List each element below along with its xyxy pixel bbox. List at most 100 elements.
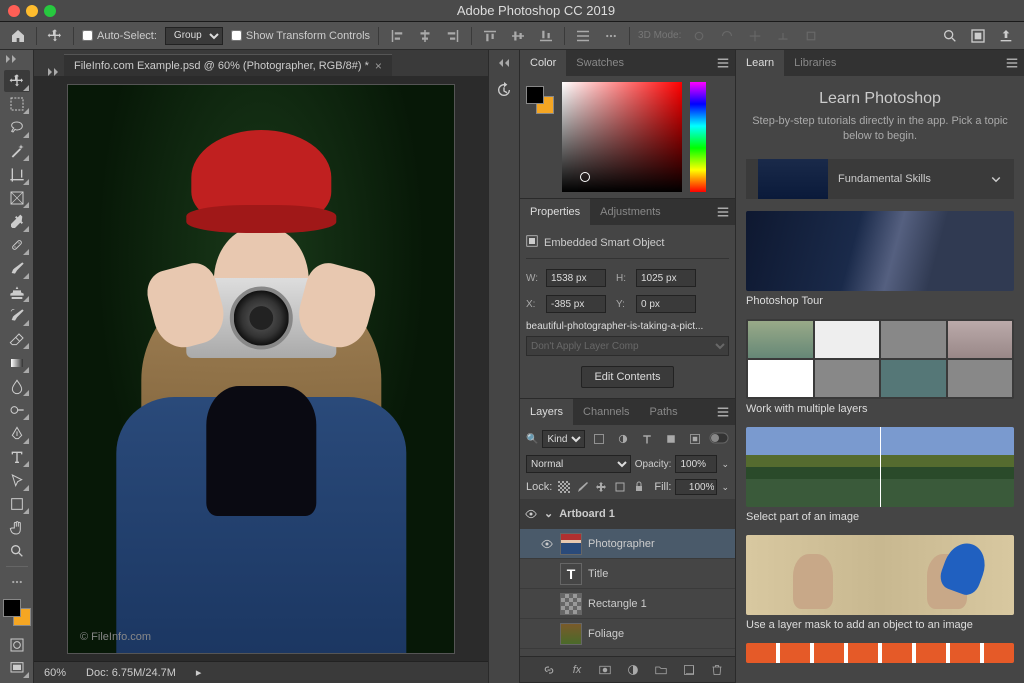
learn-section[interactable]: Fundamental Skills (746, 159, 1014, 199)
blend-mode-select[interactable]: Normal (526, 455, 631, 473)
lock-image-icon[interactable] (575, 477, 590, 497)
width-input[interactable] (546, 269, 606, 287)
lock-all-icon[interactable] (632, 477, 647, 497)
fill-input[interactable] (675, 479, 717, 495)
layer-rectangle[interactable]: Rectangle 1 (520, 589, 735, 619)
layer-artboard[interactable]: ⌄ Artboard 1 (520, 499, 735, 529)
move-tool[interactable] (4, 70, 30, 92)
layer-title[interactable]: T Title (520, 559, 735, 589)
clone-stamp-tool[interactable] (4, 282, 30, 304)
doc-info[interactable]: Doc: 6.75M/24.7M (86, 667, 176, 679)
filter-shape-icon[interactable] (661, 429, 681, 449)
minimize-window-button[interactable] (26, 5, 38, 17)
auto-select-checkbox[interactable]: Auto-Select: (82, 30, 157, 42)
zoom-window-button[interactable] (44, 5, 56, 17)
tutorial-select-part[interactable]: Select part of an image (746, 427, 1014, 523)
new-group-icon[interactable] (651, 660, 671, 680)
blur-tool[interactable] (4, 376, 30, 398)
quick-mask-icon[interactable] (4, 634, 30, 656)
layer-mask-icon[interactable] (595, 660, 615, 680)
lock-transparency-icon[interactable] (556, 477, 571, 497)
screen-mode-icon[interactable] (4, 658, 30, 680)
link-layers-icon[interactable] (539, 660, 559, 680)
layer-thumbnail[interactable] (560, 533, 582, 555)
edit-contents-button[interactable]: Edit Contents (581, 366, 673, 388)
more-align-icon[interactable] (601, 26, 621, 46)
tab-paths[interactable]: Paths (640, 399, 688, 425)
canvas-viewport[interactable]: Artboard 1 © FileInfo.com (34, 76, 488, 661)
filter-toggle-icon[interactable] (709, 432, 729, 447)
history-brush-tool[interactable] (4, 305, 30, 327)
gradient-tool[interactable] (4, 352, 30, 374)
hand-tool[interactable] (4, 517, 30, 539)
zoom-tool[interactable] (4, 541, 30, 563)
tab-learn[interactable]: Learn (736, 50, 784, 76)
tab-layers[interactable]: Layers (520, 399, 573, 425)
brush-tool[interactable] (4, 258, 30, 280)
layers-panel-menu-icon[interactable] (711, 399, 735, 425)
align-middle-v-icon[interactable] (508, 26, 528, 46)
color-panel-menu-icon[interactable] (711, 50, 735, 76)
eraser-tool[interactable] (4, 329, 30, 351)
y-input[interactable] (636, 295, 696, 313)
move-tool-icon[interactable] (45, 26, 65, 46)
show-transform-checkbox[interactable]: Show Transform Controls (231, 30, 370, 42)
filter-smart-icon[interactable] (685, 429, 705, 449)
color-fg-bg-swatch[interactable] (526, 86, 554, 114)
history-panel-icon[interactable] (494, 80, 514, 100)
workspace-icon[interactable] (968, 26, 988, 46)
tab-libraries[interactable]: Libraries (784, 50, 846, 76)
healing-tool[interactable] (4, 235, 30, 257)
type-tool[interactable] (4, 447, 30, 469)
path-selection-tool[interactable] (4, 470, 30, 492)
shape-tool[interactable] (4, 494, 30, 516)
close-window-button[interactable] (8, 5, 20, 17)
search-icon[interactable] (940, 26, 960, 46)
crop-tool[interactable] (4, 164, 30, 186)
close-tab-icon[interactable]: × (375, 59, 382, 73)
layer-thumbnail[interactable]: T (560, 563, 582, 585)
align-left-icon[interactable] (387, 26, 407, 46)
x-input[interactable] (546, 295, 606, 313)
filter-adjustment-icon[interactable] (613, 429, 633, 449)
tab-channels[interactable]: Channels (573, 399, 639, 425)
align-center-h-icon[interactable] (415, 26, 435, 46)
align-right-icon[interactable] (443, 26, 463, 46)
height-input[interactable] (636, 269, 696, 287)
hue-slider[interactable] (690, 82, 706, 192)
delete-layer-icon[interactable] (707, 660, 727, 680)
edit-toolbar-icon[interactable] (4, 571, 30, 593)
tutorial-multiple-layers[interactable]: Work with multiple layers (746, 319, 1014, 415)
home-icon[interactable] (8, 26, 28, 46)
lasso-tool[interactable] (4, 117, 30, 139)
frame-tool[interactable] (4, 188, 30, 210)
visibility-icon[interactable] (540, 538, 554, 550)
layer-foliage[interactable]: Foliage (520, 619, 735, 649)
expand-panel-icon[interactable] (499, 58, 509, 70)
lock-position-icon[interactable] (594, 477, 609, 497)
align-bottom-icon[interactable] (536, 26, 556, 46)
document-tab[interactable]: FileInfo.com Example.psd @ 60% (Photogra… (64, 54, 392, 77)
tab-properties[interactable]: Properties (520, 199, 590, 225)
pen-tool[interactable] (4, 423, 30, 445)
tutorial-layer-mask[interactable]: Use a layer mask to add an object to an … (746, 535, 1014, 631)
align-top-icon[interactable] (480, 26, 500, 46)
dodge-tool[interactable] (4, 399, 30, 421)
auto-select-mode-select[interactable]: Group (165, 27, 223, 45)
layer-photographer[interactable]: Photographer (520, 529, 735, 559)
tab-swatches[interactable]: Swatches (566, 50, 634, 76)
lock-artboard-icon[interactable] (613, 477, 628, 497)
tab-adjustments[interactable]: Adjustments (590, 199, 671, 225)
toolbar-collapse-icon[interactable] (0, 54, 16, 66)
magic-wand-tool[interactable] (4, 141, 30, 163)
tab-expand-icon[interactable] (42, 68, 64, 76)
doc-info-chevron-icon[interactable]: ▸ (196, 666, 202, 679)
new-layer-icon[interactable] (679, 660, 699, 680)
adjustment-layer-icon[interactable] (623, 660, 643, 680)
tab-color[interactable]: Color (520, 50, 566, 76)
marquee-tool[interactable] (4, 94, 30, 116)
visibility-icon[interactable] (524, 508, 538, 520)
opacity-input[interactable] (675, 455, 717, 473)
artboard-chevron-icon[interactable]: ⌄ (544, 507, 553, 520)
layer-style-icon[interactable]: fx (567, 660, 587, 680)
